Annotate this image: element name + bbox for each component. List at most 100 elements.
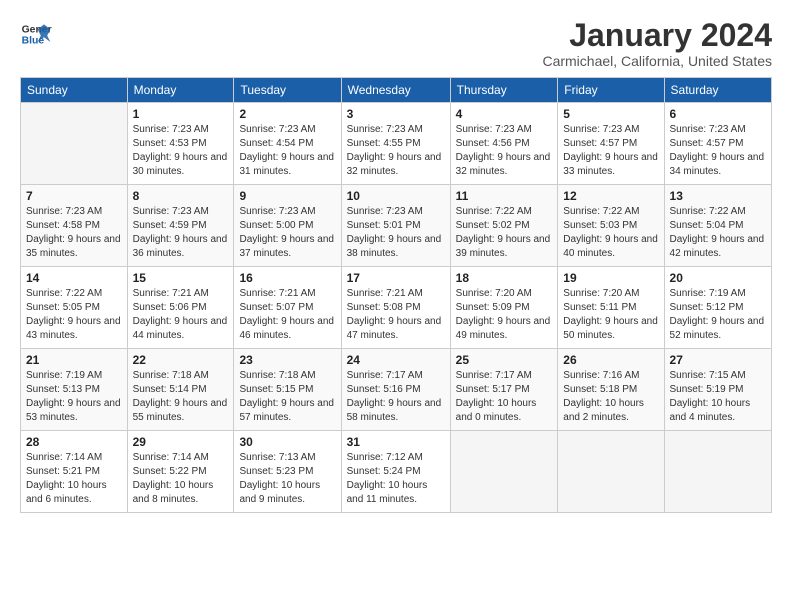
day-info: Sunrise: 7:22 AM Sunset: 5:02 PM Dayligh… [456,205,553,261]
daylight-hours: Daylight: 9 hours and 46 minutes. [239,316,334,341]
day-number: 12 [563,189,658,203]
sunrise-time: Sunrise: 7:18 AM [133,370,209,381]
day-info: Sunrise: 7:18 AM Sunset: 5:15 PM Dayligh… [239,369,335,425]
day-number: 30 [239,435,335,449]
table-row: 27 Sunrise: 7:15 AM Sunset: 5:19 PM Dayl… [664,349,771,431]
table-row: 6 Sunrise: 7:23 AM Sunset: 4:57 PM Dayli… [664,103,771,185]
day-number: 28 [26,435,122,449]
daylight-hours: Daylight: 9 hours and 43 minutes. [26,316,121,341]
day-info: Sunrise: 7:23 AM Sunset: 4:55 PM Dayligh… [347,123,445,179]
table-row: 14 Sunrise: 7:22 AM Sunset: 5:05 PM Dayl… [21,267,128,349]
sunset-time: Sunset: 5:07 PM [239,302,313,313]
daylight-hours: Daylight: 10 hours and 8 minutes. [133,480,214,505]
table-row: 30 Sunrise: 7:13 AM Sunset: 5:23 PM Dayl… [234,431,341,513]
header: General Blue January 2024 Carmichael, Ca… [20,18,772,69]
table-row: 31 Sunrise: 7:12 AM Sunset: 5:24 PM Dayl… [341,431,450,513]
day-info: Sunrise: 7:14 AM Sunset: 5:22 PM Dayligh… [133,451,229,507]
sunset-time: Sunset: 5:11 PM [563,302,636,313]
day-number: 23 [239,353,335,367]
sunset-time: Sunset: 5:17 PM [456,384,530,395]
day-number: 1 [133,107,229,121]
table-row: 17 Sunrise: 7:21 AM Sunset: 5:08 PM Dayl… [341,267,450,349]
sunset-time: Sunset: 5:00 PM [239,220,313,231]
day-info: Sunrise: 7:16 AM Sunset: 5:18 PM Dayligh… [563,369,658,425]
day-number: 22 [133,353,229,367]
logo-icon: General Blue [20,18,52,50]
sunrise-time: Sunrise: 7:23 AM [133,206,209,217]
day-number: 20 [670,271,766,285]
sunrise-time: Sunrise: 7:14 AM [133,452,209,463]
day-info: Sunrise: 7:19 AM Sunset: 5:12 PM Dayligh… [670,287,766,343]
sunset-time: Sunset: 5:14 PM [133,384,207,395]
sunset-time: Sunset: 5:09 PM [456,302,530,313]
logo: General Blue [20,18,52,50]
page-container: General Blue January 2024 Carmichael, Ca… [0,0,792,523]
sunrise-time: Sunrise: 7:21 AM [133,288,209,299]
day-number: 3 [347,107,445,121]
sunset-time: Sunset: 5:02 PM [456,220,530,231]
sunrise-time: Sunrise: 7:19 AM [670,288,746,299]
day-info: Sunrise: 7:20 AM Sunset: 5:11 PM Dayligh… [563,287,658,343]
sunset-time: Sunset: 5:03 PM [563,220,637,231]
daylight-hours: Daylight: 9 hours and 55 minutes. [133,398,228,423]
table-row [450,431,558,513]
location-subtitle: Carmichael, California, United States [542,53,772,69]
daylight-hours: Daylight: 9 hours and 33 minutes. [563,152,658,177]
calendar-header-row: Sunday Monday Tuesday Wednesday Thursday… [21,78,772,103]
sunrise-time: Sunrise: 7:22 AM [26,288,102,299]
daylight-hours: Daylight: 9 hours and 31 minutes. [239,152,334,177]
table-row: 11 Sunrise: 7:22 AM Sunset: 5:02 PM Dayl… [450,185,558,267]
day-number: 27 [670,353,766,367]
day-info: Sunrise: 7:23 AM Sunset: 4:58 PM Dayligh… [26,205,122,261]
day-number: 11 [456,189,553,203]
sunrise-time: Sunrise: 7:22 AM [670,206,746,217]
table-row: 7 Sunrise: 7:23 AM Sunset: 4:58 PM Dayli… [21,185,128,267]
sunset-time: Sunset: 4:57 PM [670,138,744,149]
day-number: 8 [133,189,229,203]
sunrise-time: Sunrise: 7:23 AM [456,124,532,135]
col-wednesday: Wednesday [341,78,450,103]
day-number: 2 [239,107,335,121]
calendar-week-row: 1 Sunrise: 7:23 AM Sunset: 4:53 PM Dayli… [21,103,772,185]
daylight-hours: Daylight: 9 hours and 34 minutes. [670,152,765,177]
daylight-hours: Daylight: 9 hours and 49 minutes. [456,316,551,341]
day-number: 26 [563,353,658,367]
sunrise-time: Sunrise: 7:20 AM [563,288,639,299]
sunset-time: Sunset: 5:22 PM [133,466,207,477]
calendar-week-row: 14 Sunrise: 7:22 AM Sunset: 5:05 PM Dayl… [21,267,772,349]
sunrise-time: Sunrise: 7:14 AM [26,452,102,463]
table-row: 9 Sunrise: 7:23 AM Sunset: 5:00 PM Dayli… [234,185,341,267]
day-number: 7 [26,189,122,203]
day-number: 31 [347,435,445,449]
table-row: 10 Sunrise: 7:23 AM Sunset: 5:01 PM Dayl… [341,185,450,267]
daylight-hours: Daylight: 9 hours and 50 minutes. [563,316,658,341]
sunset-time: Sunset: 4:58 PM [26,220,100,231]
daylight-hours: Daylight: 9 hours and 42 minutes. [670,234,765,259]
table-row: 28 Sunrise: 7:14 AM Sunset: 5:21 PM Dayl… [21,431,128,513]
sunset-time: Sunset: 4:59 PM [133,220,207,231]
day-info: Sunrise: 7:21 AM Sunset: 5:08 PM Dayligh… [347,287,445,343]
sunrise-time: Sunrise: 7:18 AM [239,370,315,381]
daylight-hours: Daylight: 9 hours and 32 minutes. [347,152,442,177]
sunrise-time: Sunrise: 7:17 AM [347,370,423,381]
sunrise-time: Sunrise: 7:20 AM [456,288,532,299]
day-info: Sunrise: 7:21 AM Sunset: 5:06 PM Dayligh… [133,287,229,343]
daylight-hours: Daylight: 9 hours and 30 minutes. [133,152,228,177]
daylight-hours: Daylight: 9 hours and 32 minutes. [456,152,551,177]
day-info: Sunrise: 7:23 AM Sunset: 4:59 PM Dayligh… [133,205,229,261]
daylight-hours: Daylight: 9 hours and 38 minutes. [347,234,442,259]
table-row: 8 Sunrise: 7:23 AM Sunset: 4:59 PM Dayli… [127,185,234,267]
sunset-time: Sunset: 4:54 PM [239,138,313,149]
sunset-time: Sunset: 4:53 PM [133,138,207,149]
col-saturday: Saturday [664,78,771,103]
day-info: Sunrise: 7:12 AM Sunset: 5:24 PM Dayligh… [347,451,445,507]
table-row: 13 Sunrise: 7:22 AM Sunset: 5:04 PM Dayl… [664,185,771,267]
table-row [21,103,128,185]
sunset-time: Sunset: 5:18 PM [563,384,637,395]
daylight-hours: Daylight: 9 hours and 44 minutes. [133,316,228,341]
day-info: Sunrise: 7:22 AM Sunset: 5:05 PM Dayligh… [26,287,122,343]
day-info: Sunrise: 7:23 AM Sunset: 4:57 PM Dayligh… [563,123,658,179]
sunset-time: Sunset: 5:12 PM [670,302,744,313]
sunrise-time: Sunrise: 7:23 AM [239,124,315,135]
table-row: 19 Sunrise: 7:20 AM Sunset: 5:11 PM Dayl… [558,267,664,349]
